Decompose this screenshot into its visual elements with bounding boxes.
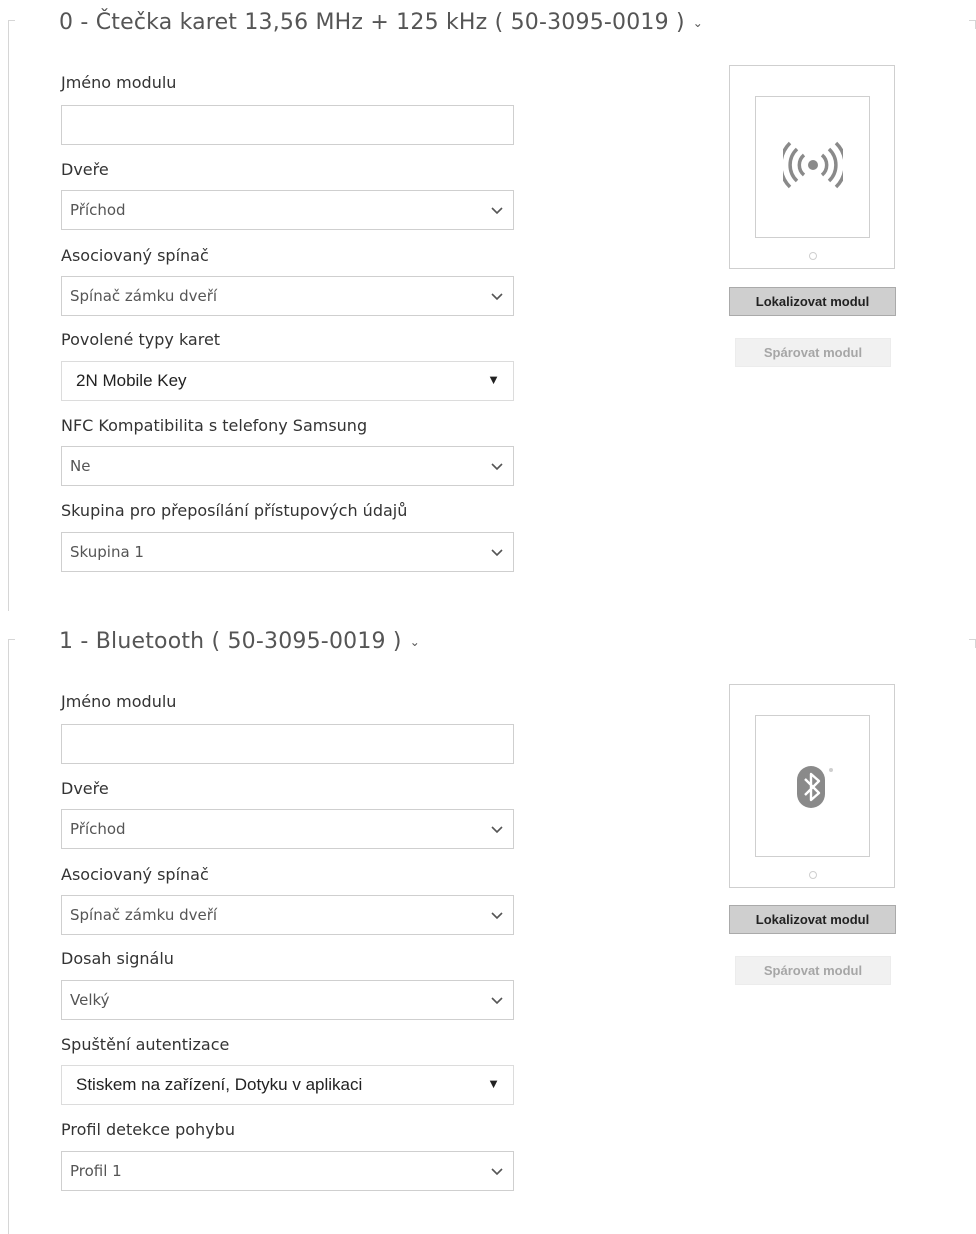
motion-profile-select[interactable]: Profil 1 <box>61 1151 514 1191</box>
section-bracket-right <box>969 639 976 648</box>
module-name-input[interactable] <box>61 724 514 764</box>
section-bracket <box>8 20 15 611</box>
module-title[interactable]: 1 - Bluetooth ( 50-3095-0019 ) ⌄ <box>59 629 420 654</box>
field-label-card-types: Povolené typy karet <box>61 330 221 349</box>
chevron-down-icon: ⌄ <box>409 635 420 649</box>
chevron-down-icon <box>491 463 503 471</box>
chevron-down-icon <box>491 549 503 557</box>
chevron-down-icon <box>491 826 503 834</box>
dropdown-triangle-icon: ▼ <box>487 1076 500 1091</box>
device-screen <box>755 715 870 857</box>
field-label-nfc: NFC Kompatibilita s telefony Samsung <box>61 416 368 435</box>
device-led <box>809 871 817 879</box>
module-name-input[interactable] <box>61 105 514 145</box>
field-label-door: Dveře <box>61 779 109 798</box>
device-illustration <box>729 65 895 269</box>
forward-group-select[interactable]: Skupina 1 <box>61 532 514 572</box>
chevron-down-icon <box>491 1168 503 1176</box>
pair-module-button[interactable]: Spárovat modul <box>735 338 891 367</box>
section-bracket-right <box>969 20 976 29</box>
signal-range-value: Velký <box>70 991 110 1009</box>
module-title-text: 1 - Bluetooth ( 50-3095-0019 ) <box>59 629 402 654</box>
module-card-reader: 0 - Čtečka karet 13,56 MHz + 125 kHz ( 5… <box>0 10 976 611</box>
dropdown-triangle-icon: ▼ <box>487 372 500 387</box>
field-label-switch: Asociovaný spínač <box>61 865 209 884</box>
section-bracket <box>8 639 15 1234</box>
signal-range-select[interactable]: Velký <box>61 980 514 1020</box>
forward-group-value: Skupina 1 <box>70 543 144 561</box>
switch-select-value: Spínač zámku dveří <box>70 287 218 305</box>
auth-trigger-select[interactable]: Stiskem na zařízení, Dotyku v aplikaci ▼ <box>61 1065 514 1105</box>
chevron-down-icon: ⌄ <box>692 16 704 30</box>
switch-select[interactable]: Spínač zámku dveří <box>61 276 514 316</box>
switch-select[interactable]: Spínač zámku dveří <box>61 895 514 935</box>
bluetooth-icon <box>797 766 833 808</box>
field-label-motion-profile: Profil detekce pohybu <box>61 1120 235 1139</box>
door-select-value: Příchod <box>70 201 126 219</box>
nfc-select[interactable]: Ne <box>61 446 514 486</box>
motion-profile-value: Profil 1 <box>70 1162 122 1180</box>
chevron-down-icon <box>491 293 503 301</box>
rfid-wave-icon <box>783 141 843 189</box>
switch-select-value: Spínač zámku dveří <box>70 906 218 924</box>
door-select[interactable]: Příchod <box>61 809 514 849</box>
chevron-down-icon <box>491 997 503 1005</box>
field-label-signal-range: Dosah signálu <box>61 949 174 968</box>
device-illustration <box>729 684 895 888</box>
field-label-switch: Asociovaný spínač <box>61 246 209 265</box>
card-types-value: 2N Mobile Key <box>76 371 187 390</box>
module-title[interactable]: 0 - Čtečka karet 13,56 MHz + 125 kHz ( 5… <box>59 10 703 35</box>
module-title-text: 0 - Čtečka karet 13,56 MHz + 125 kHz ( 5… <box>59 10 685 35</box>
pair-module-button[interactable]: Spárovat modul <box>735 956 891 985</box>
door-select-value: Příchod <box>70 820 126 838</box>
field-label-module-name: Jméno modulu <box>61 692 177 711</box>
auth-trigger-value: Stiskem na zařízení, Dotyku v aplikaci <box>76 1075 363 1094</box>
nfc-select-value: Ne <box>70 457 91 475</box>
field-label-door: Dveře <box>61 160 109 179</box>
device-screen <box>755 96 870 238</box>
field-label-module-name: Jméno modulu <box>61 73 177 92</box>
module-bluetooth: 1 - Bluetooth ( 50-3095-0019 ) ⌄ Jméno mo… <box>0 629 976 1234</box>
card-types-select[interactable]: 2N Mobile Key ▼ <box>61 361 514 401</box>
field-label-auth-trigger: Spuštění autentizace <box>61 1035 230 1054</box>
door-select[interactable]: Příchod <box>61 190 514 230</box>
field-label-forward-group: Skupina pro přeposílání přístupových úda… <box>61 501 408 520</box>
device-led <box>809 252 817 260</box>
locate-module-button[interactable]: Lokalizovat modul <box>729 287 896 316</box>
locate-module-button[interactable]: Lokalizovat modul <box>729 905 896 934</box>
chevron-down-icon <box>491 912 503 920</box>
chevron-down-icon <box>491 207 503 215</box>
